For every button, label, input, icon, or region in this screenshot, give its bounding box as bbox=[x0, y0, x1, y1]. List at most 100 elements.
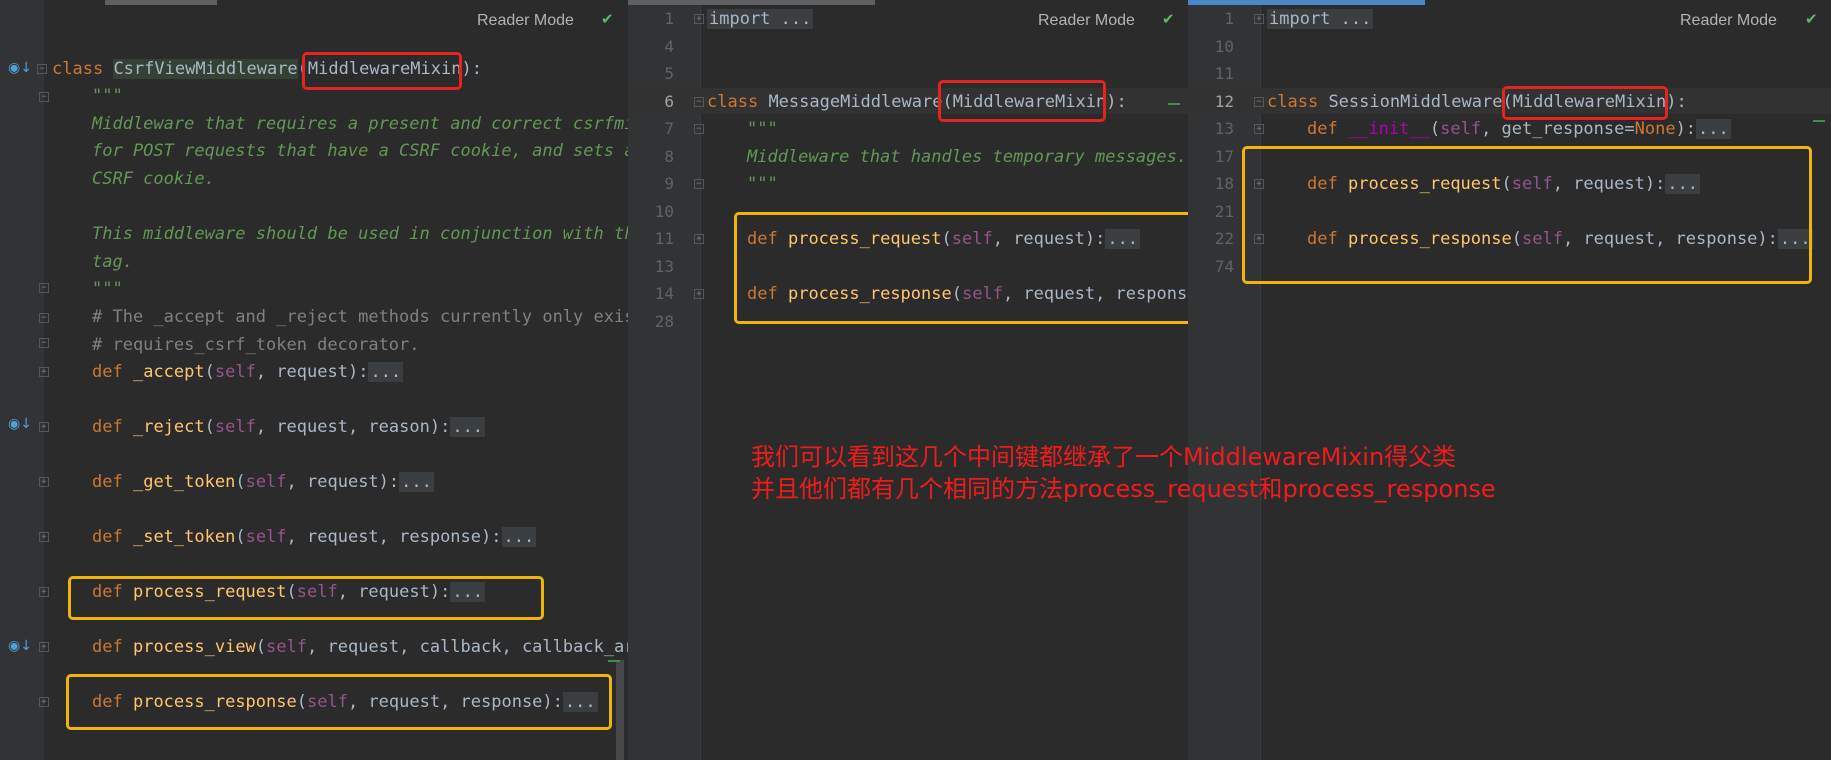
fold-marker[interactable]: + bbox=[39, 532, 49, 542]
paren: ): bbox=[347, 362, 369, 382]
params: request bbox=[276, 362, 348, 382]
implements-icon[interactable]: ◉↓ bbox=[8, 60, 32, 76]
method-reject[interactable]: def _reject(self, request, reason):... bbox=[92, 416, 486, 438]
paren: ): bbox=[378, 472, 400, 492]
scroll-tab-indicator bbox=[628, 0, 875, 5]
import-line[interactable]: import ... bbox=[707, 8, 814, 30]
fold-marker[interactable]: + bbox=[39, 642, 49, 652]
docstring-line: CSRF cookie. bbox=[92, 169, 215, 189]
fold-marker[interactable]: + bbox=[1254, 124, 1264, 134]
paren: ): bbox=[1666, 92, 1687, 112]
folded-body[interactable]: ... bbox=[501, 527, 537, 547]
vertical-scrollbar[interactable] bbox=[616, 660, 624, 760]
folded-body[interactable]: ... bbox=[399, 472, 434, 492]
method-name[interactable]: _set_token bbox=[133, 527, 235, 547]
docstring-line: Middleware that requires a present and c… bbox=[92, 114, 628, 134]
inspection-ok-icon[interactable]: ✔ bbox=[601, 10, 614, 28]
fold-marker[interactable]: − bbox=[39, 283, 49, 293]
params: request bbox=[307, 472, 379, 492]
folded-imports[interactable]: import ... bbox=[1267, 9, 1374, 29]
method-name[interactable]: process_view bbox=[133, 637, 256, 657]
docstring-open: """ bbox=[747, 119, 778, 139]
method-process-view[interactable]: def process_view(self, request, callback… bbox=[92, 636, 628, 658]
class-name[interactable]: CsrfViewMiddleware bbox=[113, 59, 298, 79]
paren: ): bbox=[429, 417, 451, 437]
annotation-line: 并且他们都有几个相同的方法process_request和process_res… bbox=[751, 475, 1496, 503]
fold-marker[interactable]: − bbox=[694, 97, 704, 107]
method-init[interactable]: def __init__(self, get_response=None):..… bbox=[1307, 118, 1731, 140]
fold-marker[interactable]: + bbox=[39, 367, 49, 377]
annotation-text: 我们可以看到这几个中间键都继承了一个MiddlewareMixin得父类 并且他… bbox=[751, 441, 1496, 505]
self-param: self bbox=[1440, 119, 1482, 139]
fold-marker[interactable]: + bbox=[694, 234, 704, 244]
fold-marker[interactable]: + bbox=[694, 289, 704, 299]
editor-pane-session[interactable]: Reader Mode ✔ 1 10 11 12 13 17 18 21 22 … bbox=[1188, 0, 1831, 760]
fold-marker[interactable]: − bbox=[694, 179, 704, 189]
comma: , bbox=[1481, 119, 1502, 139]
reader-mode-button[interactable]: Reader Mode bbox=[1038, 12, 1135, 30]
override-icon[interactable]: ◉↓ bbox=[8, 416, 32, 432]
method-get-token[interactable]: def _get_token(self, request):... bbox=[92, 471, 434, 493]
line-number: 12 bbox=[1214, 92, 1234, 111]
fold-marker[interactable]: − bbox=[39, 313, 49, 323]
inspection-ok-icon[interactable]: ✔ bbox=[1805, 10, 1818, 28]
line-number: 13 bbox=[1214, 119, 1234, 138]
highlight-process-response bbox=[66, 674, 612, 730]
class-name[interactable]: MessageMiddleware bbox=[768, 92, 942, 112]
method-name[interactable]: _get_token bbox=[133, 472, 235, 492]
highlight-base-class bbox=[302, 52, 462, 90]
highlight-process-request bbox=[68, 576, 544, 620]
params: request, callback, callback_arg bbox=[327, 637, 628, 657]
docstring-line: tag. bbox=[92, 252, 133, 272]
method-name[interactable]: __init__ bbox=[1348, 119, 1430, 139]
gutter bbox=[1188, 0, 1260, 760]
fold-marker[interactable]: − bbox=[39, 338, 49, 348]
self-param: self bbox=[214, 417, 256, 437]
method-accept[interactable]: def _accept(self, request):... bbox=[92, 361, 404, 383]
fold-marker[interactable]: − bbox=[694, 124, 704, 134]
scroll-tab-indicator bbox=[105, 0, 217, 5]
line-number: 14 bbox=[654, 284, 674, 303]
self-param: self bbox=[245, 527, 287, 547]
folded-body[interactable]: ... bbox=[450, 417, 486, 437]
self-param: self bbox=[266, 637, 307, 657]
method-set-token[interactable]: def _set_token(self, request, response):… bbox=[92, 526, 537, 548]
import-line[interactable]: import ... bbox=[1267, 8, 1374, 30]
fold-marker[interactable]: − bbox=[37, 64, 47, 74]
keyword-def: def bbox=[92, 527, 123, 547]
keyword-def: def bbox=[92, 637, 123, 657]
method-name[interactable]: _accept bbox=[133, 362, 205, 382]
class-name[interactable]: SessionMiddleware bbox=[1328, 92, 1502, 112]
fold-marker[interactable]: − bbox=[39, 92, 49, 102]
paren: ): bbox=[1106, 92, 1127, 112]
default-value: None bbox=[1634, 119, 1676, 139]
docstring-line: Middleware that handles temporary messag… bbox=[747, 147, 1188, 167]
gutter-divider bbox=[700, 0, 701, 760]
fold-marker[interactable]: + bbox=[39, 422, 49, 432]
scroll-tab-indicator bbox=[1188, 0, 1425, 5]
paren: ( bbox=[1429, 119, 1441, 139]
reader-mode-button[interactable]: Reader Mode bbox=[477, 12, 574, 30]
fold-marker[interactable]: + bbox=[39, 477, 49, 487]
fold-marker[interactable]: + bbox=[39, 697, 49, 707]
fold-marker[interactable]: + bbox=[1254, 14, 1264, 24]
fold-marker[interactable]: + bbox=[694, 14, 704, 24]
method-name[interactable]: _reject bbox=[133, 417, 205, 437]
gutter bbox=[628, 0, 700, 760]
editor-pane-message[interactable]: Reader Mode ✔ 1 4 5 6 7 8 9 10 11 13 14 … bbox=[628, 0, 1188, 760]
folded-imports[interactable]: import ... bbox=[707, 9, 814, 29]
line-number: 4 bbox=[664, 37, 674, 56]
override-icon[interactable]: ◉↓ bbox=[8, 638, 32, 654]
highlight-methods bbox=[734, 212, 1188, 324]
inspection-ok-icon[interactable]: ✔ bbox=[1162, 10, 1175, 28]
fold-marker[interactable]: − bbox=[1254, 97, 1264, 107]
paren: ( bbox=[235, 472, 246, 492]
line-number: 1 bbox=[664, 9, 674, 28]
line-number: 11 bbox=[654, 229, 674, 248]
folded-body[interactable]: ... bbox=[1696, 119, 1731, 139]
fold-marker[interactable]: + bbox=[39, 587, 49, 597]
paren: ( bbox=[204, 362, 215, 382]
folded-body[interactable]: ... bbox=[368, 362, 404, 382]
editor-pane-csrf[interactable]: Reader Mode ✔ ◉↓ ◉↓ ◉↓ − − − − − + + + +… bbox=[0, 0, 628, 760]
reader-mode-button[interactable]: Reader Mode bbox=[1680, 12, 1777, 30]
